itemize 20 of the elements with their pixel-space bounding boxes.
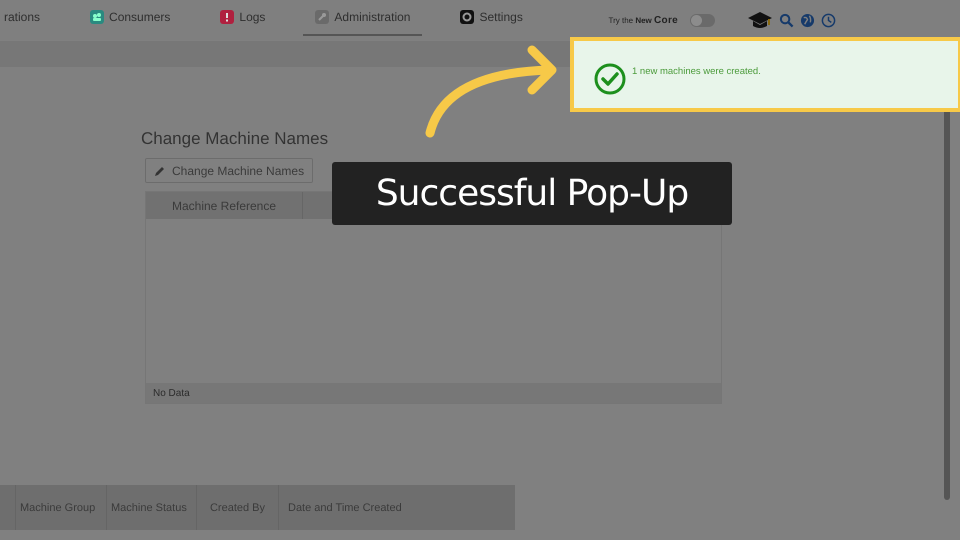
nav-tab[interactable]: rations — [0, 0, 52, 36]
graduation-cap-icon[interactable] — [747, 11, 773, 29]
wrench-icon — [315, 10, 330, 24]
alert-icon — [220, 10, 234, 24]
toggle-switch[interactable] — [690, 14, 715, 26]
try-new-core-label: Try the New Core — [608, 14, 678, 26]
nav-tab[interactable]: Settings — [448, 0, 535, 36]
nav-tab[interactable]: Administration — [303, 0, 422, 36]
change-names-button[interactable]: Change Machine Names — [145, 158, 314, 183]
clock-icon[interactable] — [821, 12, 836, 28]
check-circle-icon — [594, 62, 626, 94]
search-icon[interactable] — [779, 12, 794, 28]
annotation-caption: Successful Pop-Up — [332, 162, 732, 225]
nav-tab[interactable]: Logs — [208, 0, 278, 36]
settings-icon — [460, 10, 474, 24]
panel-title: Change Machine Names — [141, 129, 330, 149]
pencil-icon — [154, 164, 166, 176]
nav-tab[interactable]: Consumers — [78, 0, 182, 36]
toast-message: 1 new machines were created. — [632, 66, 761, 77]
empty-message: No Data — [146, 383, 721, 403]
